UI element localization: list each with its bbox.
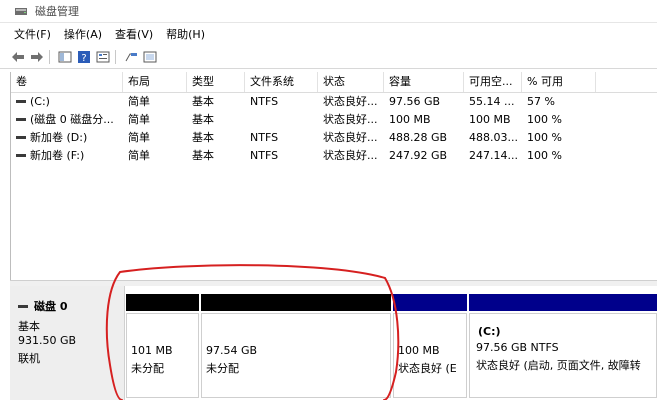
partition-body: 100 MB 状态良好 (E [393,313,467,398]
cell-filesystem [245,111,318,129]
cell-percent-free: 100 % [527,149,562,162]
cell-volume: 新加卷 (F:) [30,149,85,162]
partition-bar [126,294,199,311]
disk-type: 基本 [18,320,40,333]
cell-status: 状态良好... [323,95,378,108]
cell-free-space: 100 MB [469,113,511,126]
cell-capacity: 247.92 GB [389,149,448,162]
partition-status: 状态良好 (启动, 页面文件, 故障转 [476,359,641,372]
table-row[interactable]: 新加卷 (F:) 简单 基本 NTFS 状态良好... 247.92 GB 24… [11,147,657,165]
cell-status: 状态良好... [323,131,378,144]
disk-list-icon[interactable] [123,49,139,65]
cell-filesystem: NTFS [250,149,279,162]
volume-list-header: 卷 布局 类型 文件系统 状态 容量 可用空... % 可用 [11,72,657,93]
window-title: 磁盘管理 [35,5,79,18]
column-header-layout[interactable]: 布局 [123,72,187,92]
table-row[interactable]: 新加卷 (D:) 简单 基本 NTFS 状态良好... 488.28 GB 48… [11,129,657,147]
partition-body: 101 MB 未分配 [126,313,199,398]
cell-capacity: 97.56 GB [389,95,441,108]
cell-volume: (磁盘 0 磁盘分... [30,113,114,126]
cell-free-space: 247.14... [469,149,518,162]
column-header-free-space[interactable]: 可用空... [464,72,522,92]
partition-size: 101 MB [131,344,173,357]
forward-arrow-icon[interactable] [29,49,45,65]
cell-filesystem: NTFS [250,131,279,144]
menu-view[interactable]: 查看(V) [115,26,153,42]
cell-type: 基本 [192,149,214,162]
volume-icon [16,117,26,121]
menu-action[interactable]: 操作(A) [64,26,102,42]
partition-label: (C:) [478,325,501,338]
table-row[interactable]: (磁盘 0 磁盘分... 简单 基本 状态良好... 100 MB 100 MB… [11,111,657,129]
partition-status: 状态良好 (E [398,362,457,375]
column-header-volume[interactable]: 卷 [11,72,123,92]
cell-volume: (C:) [30,95,50,108]
disk-status: 联机 [18,352,40,365]
cell-status: 状态良好... [323,113,378,126]
cell-type: 基本 [192,131,214,144]
volume-icon [16,99,26,103]
partition-size: 100 MB [398,344,440,357]
disk-0-info[interactable]: 磁盘 0 基本 931.50 GB 联机 [10,286,125,400]
console-tree-icon[interactable] [57,49,73,65]
cell-free-space: 488.03... [469,131,518,144]
cell-percent-free: 100 % [527,113,562,126]
cell-filesystem: NTFS [250,95,279,108]
disk-size: 931.50 GB [18,334,77,347]
disk-name: 磁盘 0 [34,300,68,313]
title-bar: 磁盘管理 [0,0,657,23]
partition-size: 97.54 GB [206,344,258,357]
column-header-filesystem[interactable]: 文件系统 [245,72,318,92]
volume-list: 卷 布局 类型 文件系统 状态 容量 可用空... % 可用 (C:) 简单 基… [10,72,657,280]
partition-unallocated-2[interactable]: 97.54 GB 未分配 [201,294,391,398]
partition-body: 97.54 GB 未分配 [201,313,391,398]
cell-status: 状态良好... [323,149,378,162]
cell-type: 基本 [192,113,214,126]
disk-icon [18,304,28,308]
disk-graphical-view: 磁盘 0 基本 931.50 GB 联机 101 MB 未分配 97.54 GB… [10,286,657,400]
cell-capacity: 100 MB [389,113,431,126]
partition-unallocated-1[interactable]: 101 MB 未分配 [126,294,199,398]
cell-layout: 简单 [128,95,150,108]
partition-status: 未分配 [131,362,164,375]
cell-volume: 新加卷 (D:) [30,131,88,144]
volume-icon [16,135,26,139]
cell-percent-free: 100 % [527,131,562,144]
disk-management-app-icon [14,5,28,17]
menu-help[interactable]: 帮助(H) [166,26,205,42]
column-header-status[interactable]: 状态 [318,72,384,92]
column-header-percent-free[interactable]: % 可用 [522,72,596,92]
partition-c[interactable]: (C:) 97.56 GB NTFS 状态良好 (启动, 页面文件, 故障转 [469,294,657,398]
cell-percent-free: 57 % [527,95,555,108]
cell-layout: 简单 [128,149,150,162]
column-header-type[interactable]: 类型 [187,72,245,92]
partition-bar [469,294,657,311]
column-header-empty [596,72,657,92]
cell-type: 基本 [192,95,214,108]
cell-layout: 简单 [128,113,150,126]
back-arrow-icon[interactable] [10,49,26,65]
partition-status: 未分配 [206,362,239,375]
menu-file[interactable]: 文件(F) [14,26,51,42]
cell-free-space: 55.14 ... [469,95,515,108]
partition-size: 97.56 GB NTFS [476,341,559,354]
volume-icon [16,153,26,157]
table-row[interactable]: (C:) 简单 基本 NTFS 状态良好... 97.56 GB 55.14 .… [11,93,657,111]
properties-icon[interactable] [95,49,111,65]
help-icon[interactable]: ? [76,49,92,65]
svg-text:?: ? [81,53,86,64]
settings-icon[interactable] [142,49,158,65]
partition-bar [201,294,391,311]
toolbar-separator [49,50,50,64]
column-header-capacity[interactable]: 容量 [384,72,464,92]
partition-efi[interactable]: 100 MB 状态良好 (E [393,294,467,398]
menu-bar: 文件(F) 操作(A) 查看(V) 帮助(H) [0,24,657,44]
partition-bar [393,294,467,311]
cell-layout: 简单 [128,131,150,144]
toolbar-separator [115,50,116,64]
cell-capacity: 488.28 GB [389,131,448,144]
toolbar: ? [0,46,657,69]
partition-body: (C:) 97.56 GB NTFS 状态良好 (启动, 页面文件, 故障转 [469,313,657,398]
